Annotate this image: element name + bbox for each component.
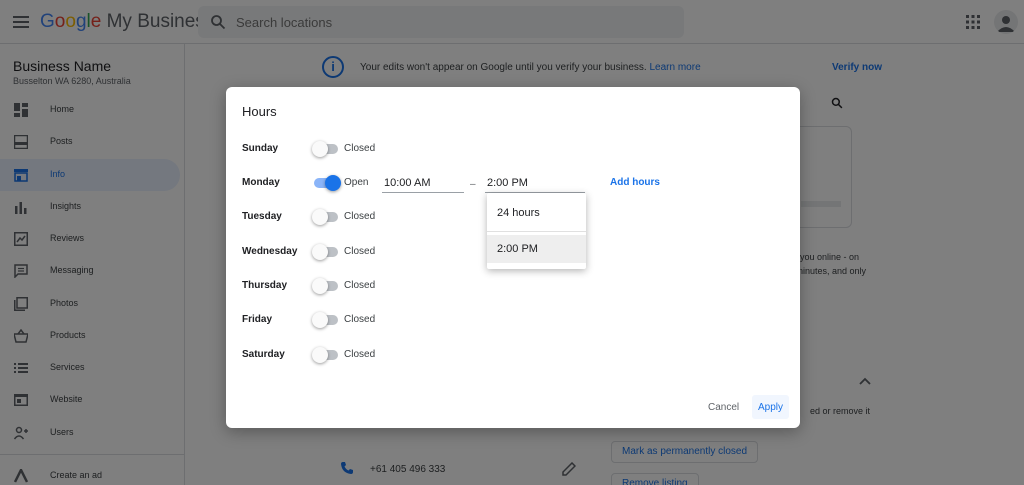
day-row-saturday: Saturday Closed — [226, 343, 800, 367]
day-row-thursday: Thursday Closed — [226, 274, 800, 298]
dropdown-option-24-hours[interactable]: 24 hours — [487, 199, 586, 227]
day-row-monday: Monday Open – Add hours — [226, 171, 800, 195]
open-toggle[interactable] — [312, 209, 338, 225]
add-hours-link[interactable]: Add hours — [610, 177, 660, 188]
open-toggle[interactable] — [314, 175, 341, 191]
open-toggle[interactable] — [312, 312, 338, 328]
time-range-dash: – — [470, 179, 476, 190]
closing-time-dropdown: 24 hours 2:00 PM — [487, 193, 586, 269]
status-text: Closed — [344, 314, 376, 325]
status-text: Closed — [344, 246, 376, 257]
apply-button[interactable]: Apply — [752, 395, 790, 419]
open-toggle[interactable] — [312, 347, 338, 363]
cancel-button[interactable]: Cancel — [702, 395, 746, 419]
open-toggle[interactable] — [312, 244, 338, 260]
dropdown-option-selected[interactable]: 2:00 PM — [487, 235, 586, 263]
day-label: Saturday — [242, 349, 285, 360]
closing-time-field[interactable] — [485, 173, 585, 193]
open-toggle[interactable] — [312, 141, 338, 157]
day-label: Sunday — [242, 143, 279, 154]
status-text: Open — [344, 177, 369, 188]
dropdown-divider — [487, 231, 586, 232]
status-text: Closed — [344, 211, 376, 222]
day-row-friday: Friday Closed — [226, 308, 800, 332]
day-row-sunday: Sunday Closed — [226, 137, 800, 161]
day-label: Tuesday — [242, 211, 282, 222]
status-text: Closed — [344, 349, 376, 360]
day-label: Wednesday — [242, 246, 298, 257]
open-toggle[interactable] — [312, 278, 338, 294]
status-text: Closed — [344, 143, 376, 154]
status-text: Closed — [344, 280, 376, 291]
dialog-title: Hours — [242, 104, 277, 119]
day-label: Monday — [242, 177, 280, 188]
opening-time-field[interactable] — [382, 173, 464, 193]
day-label: Thursday — [242, 280, 288, 291]
day-label: Friday — [242, 314, 273, 325]
